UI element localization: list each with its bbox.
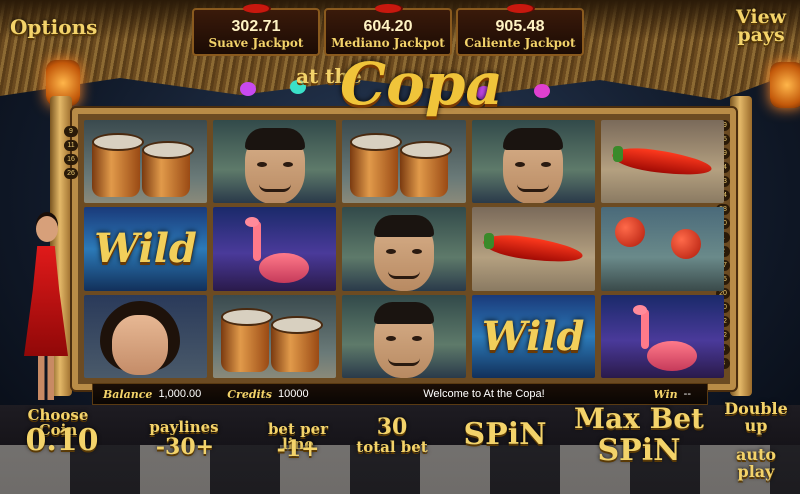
chili-pepper-icon — [600, 120, 724, 204]
payline-indicator[interactable]: 26 — [64, 168, 78, 179]
paylines-label: paylines — [149, 418, 219, 436]
dancer-legs — [38, 356, 54, 400]
jackpot-label: Caliente Jackpot — [464, 36, 576, 50]
chili-pepper-icon — [471, 207, 595, 291]
man-icon — [213, 120, 337, 204]
total-bet-value: 30 — [376, 414, 408, 440]
total-bet-label: total bet — [356, 438, 428, 456]
drums-icon — [84, 120, 208, 204]
man-icon — [471, 120, 595, 204]
max-bet-spin-button[interactable]: SPiN — [584, 436, 694, 466]
paylines-stepper[interactable]: -30+ — [140, 436, 230, 458]
chili-pepper-icon — [507, 4, 533, 13]
bet-per-line-stepper[interactable]: -1+ — [256, 438, 340, 460]
man-icon — [342, 207, 466, 291]
lantern-right-icon — [770, 62, 800, 108]
drums-icon — [213, 294, 337, 378]
drums-icon — [342, 120, 466, 204]
party-light-icon — [534, 84, 550, 98]
payline-indicator[interactable]: 11 — [64, 140, 78, 151]
jackpot-value: 905.48 — [495, 18, 545, 35]
win-value: -- — [683, 388, 691, 400]
reel-5 — [600, 120, 724, 378]
jackpot-panel: 302.71 Suave Jackpot 604.20 Mediano Jack… — [192, 4, 584, 56]
chili-pepper-icon — [243, 4, 269, 13]
double-up-button[interactable]: Double up — [720, 400, 792, 434]
status-message: Welcome to At the Copa! — [423, 388, 545, 400]
reels: Wild Wild — [84, 120, 724, 378]
auto-play-button[interactable]: auto play — [726, 446, 786, 480]
payline-indicator[interactable]: 16 — [64, 154, 78, 165]
jackpot-label: Suave Jackpot — [208, 36, 304, 50]
reel-3 — [342, 120, 466, 378]
woman-icon — [84, 294, 208, 378]
logo-copa: Copa — [340, 50, 503, 118]
jackpot-caliente: 905.48 Caliente Jackpot — [456, 4, 584, 56]
credits-value: 10000 — [277, 388, 309, 400]
coin-value-button[interactable]: 0.10 — [14, 426, 110, 456]
balance-value: 1,000.00 — [158, 388, 202, 400]
win-label: Win — [653, 387, 678, 401]
max-bet-label[interactable]: Max Bet — [574, 404, 704, 434]
wild-label: Wild — [481, 312, 585, 360]
jackpot-value: 604.20 — [363, 18, 413, 35]
jackpot-label: Mediano Jackpot — [331, 36, 445, 50]
payline-indicators-left: 9 11 16 26 — [64, 126, 80, 179]
spin-button[interactable]: SPiN — [450, 420, 560, 450]
wild-label: Wild — [94, 225, 197, 273]
flamingo-icon — [600, 294, 724, 378]
payline-indicator[interactable]: 9 — [64, 126, 78, 137]
view-pays-button[interactable]: View pays — [728, 8, 794, 45]
reel-4: Wild — [471, 120, 595, 378]
jackpot-suave: 302.71 Suave Jackpot — [192, 4, 320, 56]
wild-icon: Wild — [84, 207, 208, 291]
jackpot-value: 302.71 — [231, 18, 281, 35]
jackpot-mediano: 604.20 Mediano Jackpot — [324, 4, 452, 56]
chili-pepper-icon — [375, 4, 401, 13]
maracas-icon — [600, 207, 724, 291]
party-light-icon — [240, 82, 256, 96]
balance-label: Balance — [103, 387, 153, 401]
dancer-dress — [24, 246, 68, 356]
dancer-head — [36, 216, 58, 242]
options-button[interactable]: Options — [10, 17, 97, 37]
reel-1: Wild — [84, 120, 208, 378]
game-stage: Options View pays 302.71 Suave Jackpot 6… — [0, 0, 800, 494]
man-icon — [342, 294, 466, 378]
reel-2 — [213, 120, 337, 378]
credits-label: Credits — [227, 387, 272, 401]
wild-icon: Wild — [471, 294, 595, 378]
dancer-character — [18, 216, 74, 400]
flamingo-icon — [213, 207, 337, 291]
